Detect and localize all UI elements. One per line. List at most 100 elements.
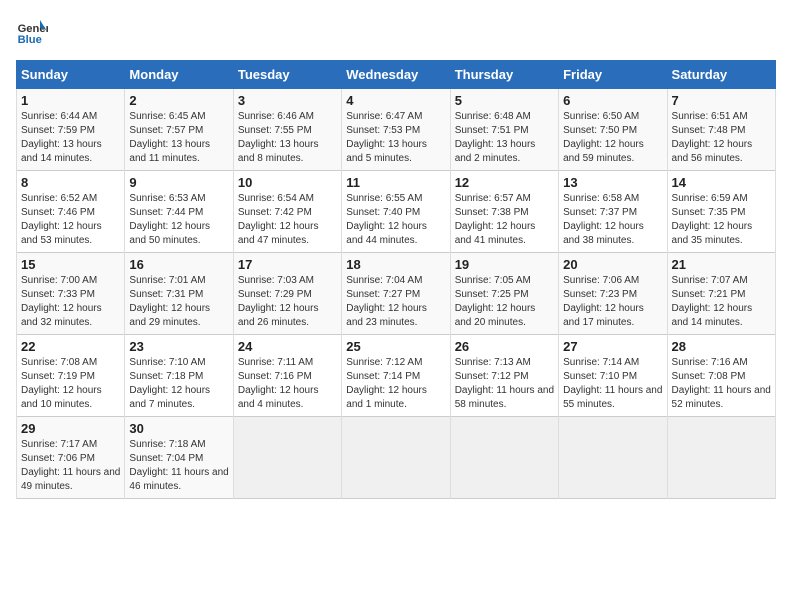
day-info: Sunrise: 7:12 AMSunset: 7:14 PMDaylight:… bbox=[346, 356, 445, 412]
day-number: 16 bbox=[129, 257, 228, 272]
svg-text:Blue: Blue bbox=[18, 34, 42, 46]
day-number: 28 bbox=[672, 339, 771, 354]
day-info: Sunrise: 6:59 AMSunset: 7:35 PMDaylight:… bbox=[672, 192, 771, 248]
calendar-cell bbox=[667, 417, 775, 499]
day-number: 5 bbox=[455, 93, 554, 108]
weekday-header: Monday bbox=[125, 61, 233, 89]
day-info: Sunrise: 7:10 AMSunset: 7:18 PMDaylight:… bbox=[129, 356, 228, 412]
calendar-cell: 23 Sunrise: 7:10 AMSunset: 7:18 PMDayligh… bbox=[125, 335, 233, 417]
calendar-body: 1 Sunrise: 6:44 AMSunset: 7:59 PMDaylight… bbox=[17, 89, 776, 499]
day-number: 10 bbox=[238, 175, 337, 190]
day-info: Sunrise: 7:14 AMSunset: 7:10 PMDaylight:… bbox=[563, 356, 662, 412]
weekday-header: Thursday bbox=[450, 61, 558, 89]
calendar-cell: 10 Sunrise: 6:54 AMSunset: 7:42 PMDayligh… bbox=[233, 171, 341, 253]
calendar-cell: 29 Sunrise: 7:17 AMSunset: 7:06 PMDayligh… bbox=[17, 417, 125, 499]
day-info: Sunrise: 7:04 AMSunset: 7:27 PMDaylight:… bbox=[346, 274, 445, 330]
calendar-cell: 7Sunrise: 6:51 AMSunset: 7:48 PMDaylight… bbox=[667, 89, 775, 171]
calendar-cell: 12 Sunrise: 6:57 AMSunset: 7:38 PMDayligh… bbox=[450, 171, 558, 253]
calendar-cell bbox=[233, 417, 341, 499]
calendar-cell: 21Sunrise: 7:07 AMSunset: 7:21 PMDayligh… bbox=[667, 253, 775, 335]
day-number: 8 bbox=[21, 175, 120, 190]
day-info: Sunrise: 6:54 AMSunset: 7:42 PMDaylight:… bbox=[238, 192, 337, 248]
day-number: 9 bbox=[129, 175, 228, 190]
weekday-header: Friday bbox=[559, 61, 667, 89]
day-number: 1 bbox=[21, 93, 120, 108]
calendar-row: 22Sunrise: 7:08 AMSunset: 7:19 PMDayligh… bbox=[17, 335, 776, 417]
day-info: Sunrise: 7:01 AMSunset: 7:31 PMDaylight:… bbox=[129, 274, 228, 330]
calendar-cell: 20Sunrise: 7:06 AMSunset: 7:23 PMDayligh… bbox=[559, 253, 667, 335]
day-info: Sunrise: 7:17 AMSunset: 7:06 PMDaylight:… bbox=[21, 438, 120, 494]
calendar-row: 15 Sunrise: 7:00 AMSunset: 7:33 PMDayligh… bbox=[17, 253, 776, 335]
day-info: Sunrise: 6:53 AMSunset: 7:44 PMDaylight:… bbox=[129, 192, 228, 248]
calendar-cell: 17Sunrise: 7:03 AMSunset: 7:29 PMDayligh… bbox=[233, 253, 341, 335]
day-info: Sunrise: 7:08 AMSunset: 7:19 PMDaylight:… bbox=[21, 356, 120, 412]
calendar-cell: 15 Sunrise: 7:00 AMSunset: 7:33 PMDayligh… bbox=[17, 253, 125, 335]
calendar-cell: 13 Sunrise: 6:58 AMSunset: 7:37 PMDayligh… bbox=[559, 171, 667, 253]
day-info: Sunrise: 7:16 AMSunset: 7:08 PMDaylight:… bbox=[672, 356, 771, 412]
day-number: 15 bbox=[21, 257, 120, 272]
weekday-header: Wednesday bbox=[342, 61, 450, 89]
weekday-header: Saturday bbox=[667, 61, 775, 89]
calendar-cell: 6Sunrise: 6:50 AMSunset: 7:50 PMDaylight… bbox=[559, 89, 667, 171]
calendar-cell: 9 Sunrise: 6:53 AMSunset: 7:44 PMDaylight… bbox=[125, 171, 233, 253]
calendar-cell: 1 Sunrise: 6:44 AMSunset: 7:59 PMDaylight… bbox=[17, 89, 125, 171]
calendar-cell: 5Sunrise: 6:48 AMSunset: 7:51 PMDaylight… bbox=[450, 89, 558, 171]
calendar-cell: 14Sunrise: 6:59 AMSunset: 7:35 PMDayligh… bbox=[667, 171, 775, 253]
calendar-table: SundayMondayTuesdayWednesdayThursdayFrid… bbox=[16, 60, 776, 499]
day-number: 11 bbox=[346, 175, 445, 190]
calendar-cell: 30 Sunrise: 7:18 AMSunset: 7:04 PMDayligh… bbox=[125, 417, 233, 499]
day-info: Sunrise: 6:55 AMSunset: 7:40 PMDaylight:… bbox=[346, 192, 445, 248]
day-info: Sunrise: 6:51 AMSunset: 7:48 PMDaylight:… bbox=[672, 110, 771, 166]
day-number: 13 bbox=[563, 175, 662, 190]
day-info: Sunrise: 7:03 AMSunset: 7:29 PMDaylight:… bbox=[238, 274, 337, 330]
calendar-cell: 25 Sunrise: 7:12 AMSunset: 7:14 PMDayligh… bbox=[342, 335, 450, 417]
day-info: Sunrise: 6:47 AMSunset: 7:53 PMDaylight:… bbox=[346, 110, 445, 166]
calendar-cell bbox=[559, 417, 667, 499]
svg-text:General: General bbox=[18, 23, 48, 35]
calendar-row: 8 Sunrise: 6:52 AMSunset: 7:46 PMDaylight… bbox=[17, 171, 776, 253]
day-number: 6 bbox=[563, 93, 662, 108]
calendar-cell bbox=[342, 417, 450, 499]
day-info: Sunrise: 6:45 AMSunset: 7:57 PMDaylight:… bbox=[129, 110, 228, 166]
day-number: 29 bbox=[21, 421, 120, 436]
day-number: 18 bbox=[346, 257, 445, 272]
calendar-cell: 19 Sunrise: 7:05 AMSunset: 7:25 PMDayligh… bbox=[450, 253, 558, 335]
day-info: Sunrise: 7:11 AMSunset: 7:16 PMDaylight:… bbox=[238, 356, 337, 412]
weekday-header: Sunday bbox=[17, 61, 125, 89]
calendar-cell: 27 Sunrise: 7:14 AMSunset: 7:10 PMDayligh… bbox=[559, 335, 667, 417]
day-info: Sunrise: 7:13 AMSunset: 7:12 PMDaylight:… bbox=[455, 356, 554, 412]
calendar-cell: 24 Sunrise: 7:11 AMSunset: 7:16 PMDayligh… bbox=[233, 335, 341, 417]
calendar-cell: 2 Sunrise: 6:45 AMSunset: 7:57 PMDaylight… bbox=[125, 89, 233, 171]
logo: General Blue bbox=[16, 16, 54, 48]
day-info: Sunrise: 6:52 AMSunset: 7:46 PMDaylight:… bbox=[21, 192, 120, 248]
day-info: Sunrise: 6:46 AMSunset: 7:55 PMDaylight:… bbox=[238, 110, 337, 166]
day-number: 27 bbox=[563, 339, 662, 354]
day-info: Sunrise: 6:57 AMSunset: 7:38 PMDaylight:… bbox=[455, 192, 554, 248]
calendar-cell: 26 Sunrise: 7:13 AMSunset: 7:12 PMDayligh… bbox=[450, 335, 558, 417]
day-number: 2 bbox=[129, 93, 228, 108]
day-info: Sunrise: 6:44 AMSunset: 7:59 PMDaylight:… bbox=[21, 110, 120, 166]
day-number: 12 bbox=[455, 175, 554, 190]
day-info: Sunrise: 7:05 AMSunset: 7:25 PMDaylight:… bbox=[455, 274, 554, 330]
calendar-cell: 3 Sunrise: 6:46 AMSunset: 7:55 PMDaylight… bbox=[233, 89, 341, 171]
day-number: 19 bbox=[455, 257, 554, 272]
day-number: 25 bbox=[346, 339, 445, 354]
calendar-row: 1 Sunrise: 6:44 AMSunset: 7:59 PMDaylight… bbox=[17, 89, 776, 171]
day-number: 3 bbox=[238, 93, 337, 108]
day-info: Sunrise: 6:58 AMSunset: 7:37 PMDaylight:… bbox=[563, 192, 662, 248]
calendar-cell: 4Sunrise: 6:47 AMSunset: 7:53 PMDaylight… bbox=[342, 89, 450, 171]
day-info: Sunrise: 7:07 AMSunset: 7:21 PMDaylight:… bbox=[672, 274, 771, 330]
calendar-cell: 16 Sunrise: 7:01 AMSunset: 7:31 PMDayligh… bbox=[125, 253, 233, 335]
day-number: 30 bbox=[129, 421, 228, 436]
day-number: 26 bbox=[455, 339, 554, 354]
day-info: Sunrise: 7:06 AMSunset: 7:23 PMDaylight:… bbox=[563, 274, 662, 330]
calendar-cell: 22Sunrise: 7:08 AMSunset: 7:19 PMDayligh… bbox=[17, 335, 125, 417]
page-header: General Blue bbox=[16, 16, 776, 48]
day-info: Sunrise: 7:18 AMSunset: 7:04 PMDaylight:… bbox=[129, 438, 228, 494]
day-number: 23 bbox=[129, 339, 228, 354]
day-number: 24 bbox=[238, 339, 337, 354]
weekday-row: SundayMondayTuesdayWednesdayThursdayFrid… bbox=[17, 61, 776, 89]
day-info: Sunrise: 7:00 AMSunset: 7:33 PMDaylight:… bbox=[21, 274, 120, 330]
calendar-header: SundayMondayTuesdayWednesdayThursdayFrid… bbox=[17, 61, 776, 89]
weekday-header: Tuesday bbox=[233, 61, 341, 89]
